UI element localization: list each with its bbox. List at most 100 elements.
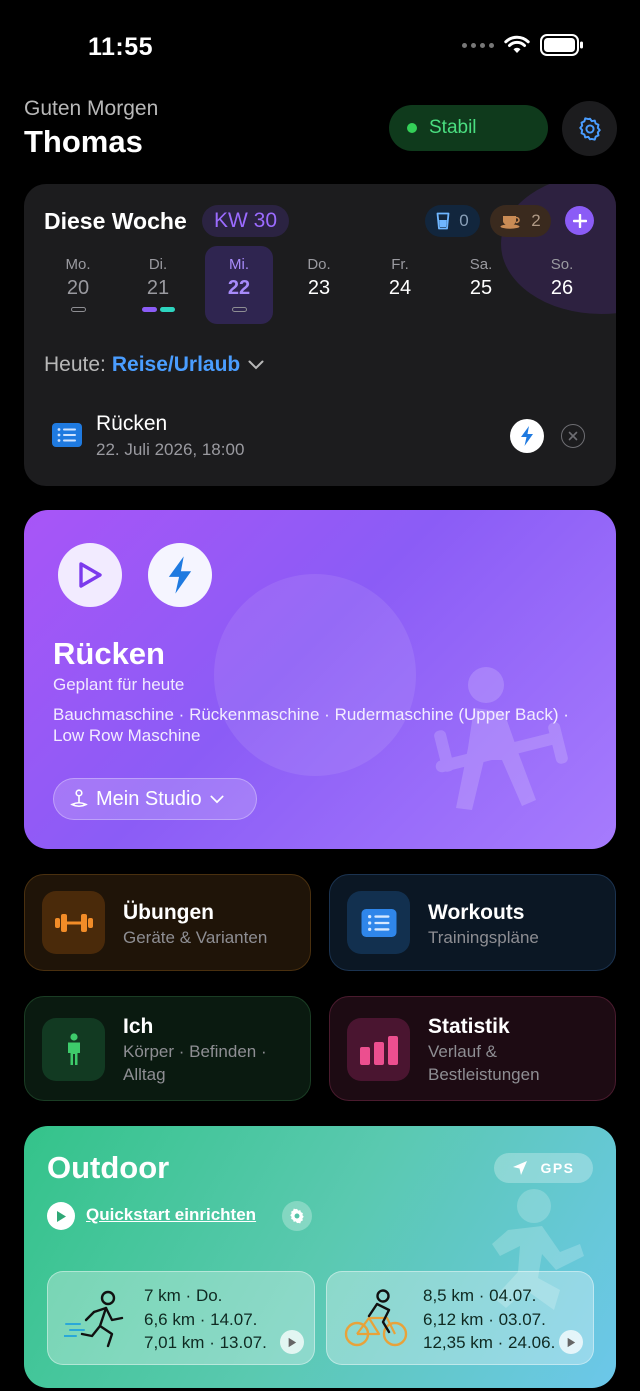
day-marker [231,307,247,312]
run-entry: 7,01 km · 13.07. [144,1333,267,1352]
quickstart-setup-link[interactable]: Quickstart einrichten [86,1205,256,1225]
quickstart-settings-button[interactable] [282,1201,312,1231]
stability-status-label: Stabil [429,117,477,138]
tile-workouts-title: Workouts [428,901,525,924]
status-bar: 11:55 [0,0,640,96]
bar-chart-icon [347,1018,410,1081]
today-status-dropdown[interactable]: Heute: Reise/Urlaub [44,353,264,377]
tile-me-subtitle: Körper · Befinden · Alltag [123,1042,267,1084]
studio-dropdown[interactable]: Mein Studio [53,778,257,820]
gps-label: GPS [540,1160,575,1176]
tile-statistics-title: Statistik [428,1015,510,1038]
glass-icon [436,212,450,230]
exercise-list: Bauchmaschine · Rückenmaschine · Ruderma… [53,705,569,745]
signal-icon [462,42,494,48]
gear-icon [578,116,601,141]
tile-me-title: Ich [123,1015,154,1038]
coffee-count: 2 [531,211,541,230]
cycling-history-card[interactable]: 8,5 km · 04.07. 6,12 km · 03.07. 12,35 k… [326,1271,594,1365]
day-tuesday[interactable]: Di. 21 [124,246,192,324]
status-time: 11:55 [88,33,154,61]
ride-entry: 8,5 km · 04.07. [423,1286,537,1305]
tile-workouts[interactable]: Workouts Trainingspläne [329,874,616,971]
quickstart-play-button[interactable] [47,1202,75,1230]
day-marker-outdoor [159,307,175,312]
day-marker [70,307,86,312]
start-run-button[interactable] [280,1330,304,1354]
tile-exercises-title: Übungen [123,901,214,924]
close-icon [568,431,578,441]
week-card: Diese Woche KW 30 0 2 Mo. 20 Di. 21 Mi. … [24,184,616,486]
start-workout-button[interactable] [58,543,122,607]
bolt-icon [168,556,192,594]
outdoor-title: Outdoor [47,1150,170,1185]
tile-me[interactable]: Ich Körper · Befinden · Alltag [24,996,311,1101]
stability-status-button[interactable]: Stabil [389,105,548,151]
day-wednesday[interactable]: Mi. 22 [205,246,273,324]
today-value: Reise/Urlaub [111,353,241,376]
tile-workouts-subtitle: Trainingspläne [428,928,539,947]
play-icon [79,562,102,588]
ride-entry: 6,12 km · 03.07. [423,1309,546,1329]
list-icon [52,423,82,447]
day-marker-strength [141,307,157,312]
tile-exercises-subtitle: Geräte & Varianten [123,928,268,947]
running-history-list: 7 km · Do. 6,6 km · 14.07. 7,01 km · 13.… [144,1284,267,1355]
week-number-badge: KW 30 [202,205,290,237]
battery-icon [540,34,583,56]
day-friday[interactable]: Fr. 24 [366,246,434,324]
gear-icon [290,1208,304,1224]
water-count: 0 [459,211,469,230]
greeting: Guten Morgen [24,97,159,120]
week-title: Diese Woche [44,208,187,234]
gps-button[interactable]: GPS [494,1153,593,1183]
play-icon [57,1210,66,1222]
dumbbell-icon [42,891,105,954]
running-icon [64,1290,124,1348]
running-history-card[interactable]: 7 km · Do. 6,6 km · 14.07. 7,01 km · 13.… [47,1271,315,1365]
wifi-icon [504,35,530,53]
today-label: Heute: [44,353,106,376]
joystick-icon [70,789,88,808]
list-icon [347,891,410,954]
outdoor-card[interactable]: Outdoor GPS Quickstart einrichten 7 km ·… [24,1126,616,1388]
user-name: Thomas [24,124,143,159]
quick-start-session-button[interactable] [510,419,544,453]
settings-button[interactable] [562,101,617,156]
coffee-counter-button[interactable]: 2 [490,205,551,237]
workout-subtitle: Geplant für heute [53,675,185,694]
cycling-history-list: 8,5 km · 04.07. 6,12 km · 03.07. 12,35 k… [423,1284,555,1355]
tile-statistics-subtitle: Verlauf & Bestleistungen [428,1042,540,1084]
tile-statistics[interactable]: Statistik Verlauf & Bestleistungen [329,996,616,1101]
chevron-down-icon [248,360,264,370]
person-icon [42,1018,105,1081]
day-sunday[interactable]: So. 26 [528,246,596,324]
add-entry-button[interactable] [565,206,594,235]
play-icon [288,1337,297,1347]
bolt-icon [521,426,533,446]
status-icons [462,34,584,56]
ride-entry: 12,35 km · 24.06. [423,1333,556,1352]
quick-start-button[interactable] [148,543,212,607]
coffee-cup-icon [500,216,520,229]
run-entry: 7 km · Do. [144,1286,223,1305]
workout-title: Rücken [53,636,165,671]
day-thursday[interactable]: Do. 23 [285,246,353,324]
session-title[interactable]: Rücken [96,412,167,436]
cycling-icon [344,1289,408,1347]
session-date: 22. Juli 2026, 18:00 [96,440,245,459]
chevron-down-icon [210,795,224,803]
plus-icon [572,213,587,228]
start-ride-button[interactable] [559,1330,583,1354]
tile-exercises[interactable]: Übungen Geräte & Varianten [24,874,311,971]
day-saturday[interactable]: Sa. 25 [447,246,515,324]
day-monday[interactable]: Mo. 20 [44,246,112,324]
play-icon [567,1337,576,1347]
studio-label: Mein Studio [96,787,202,810]
location-arrow-icon [513,1161,528,1175]
status-dot-icon [407,123,417,133]
run-entry: 6,6 km · 14.07. [144,1309,258,1329]
remove-session-button[interactable] [561,424,585,448]
water-counter-button[interactable]: 0 [425,205,480,237]
planned-workout-card[interactable]: Rücken Geplant für heute Bauchmaschine ·… [24,510,616,849]
